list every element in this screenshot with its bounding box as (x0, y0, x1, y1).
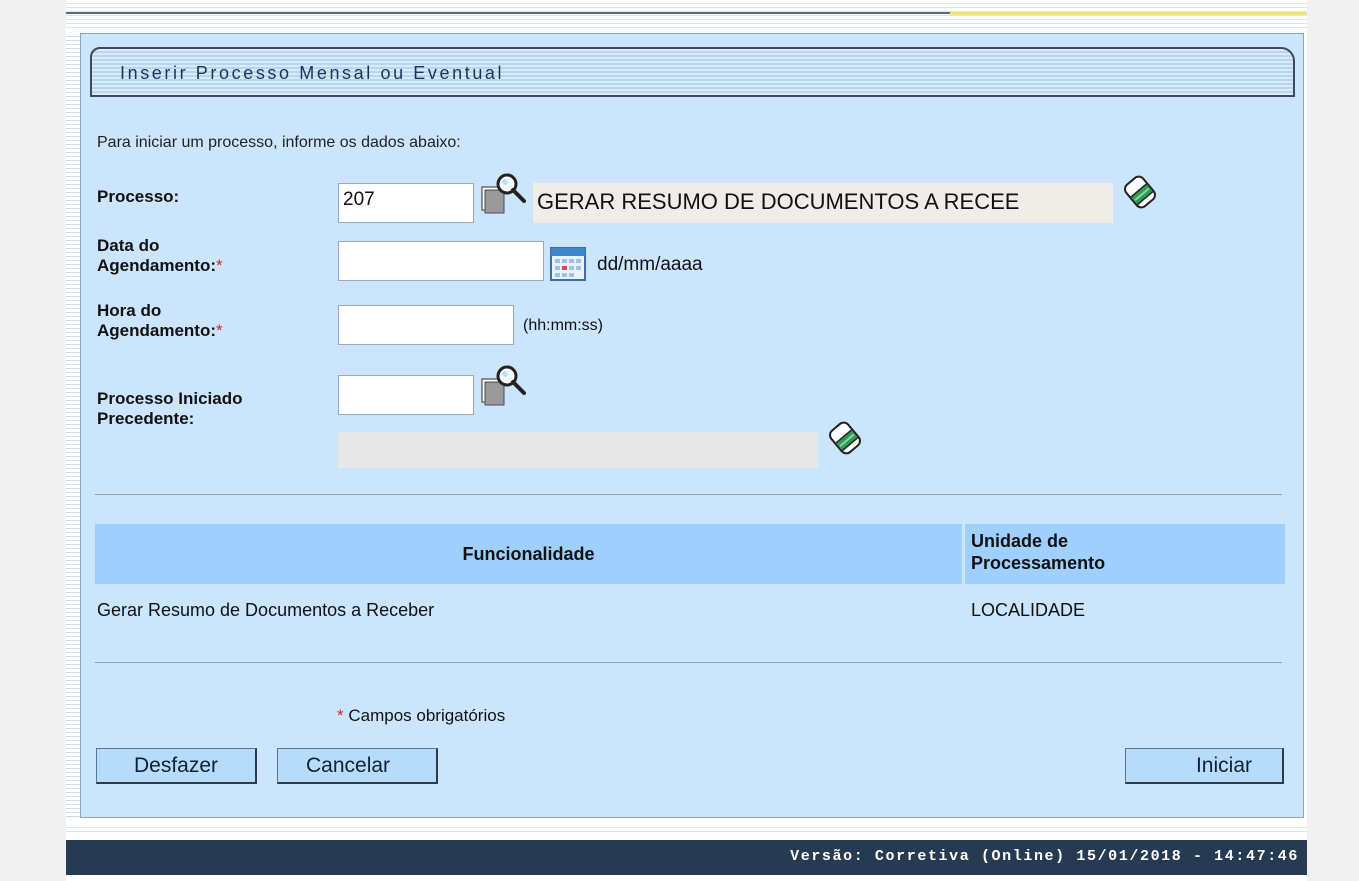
processo-precedente-label-line2: Precedente: (97, 409, 195, 428)
version-text: Versão: Corretiva (Online) 15/01/2018 - … (790, 848, 1299, 865)
divider (95, 662, 1282, 663)
data-agendamento-label-line1: Data do (97, 236, 160, 255)
form-title-tab: Inserir Processo Mensal ou Eventual (90, 47, 1295, 97)
table-row-funcionalidade: Gerar Resumo de Documentos a Receber (97, 600, 435, 620)
grid-header-funcionalidade: Funcionalidade (95, 524, 962, 584)
divider (95, 494, 1282, 495)
required-marker: * (337, 706, 344, 725)
calendar-icon[interactable] (550, 246, 586, 287)
hora-agendamento-label-line2: Agendamento: (97, 321, 216, 340)
hora-agendamento-label-line1: Hora do (97, 301, 162, 320)
top-decorative-strip (66, 0, 1307, 30)
top-accent-line (950, 12, 1307, 15)
left-decorative-strip (66, 33, 80, 818)
data-agendamento-label-line2: Agendamento: (97, 256, 216, 275)
footer-bar: Versão: Corretiva (Online) 15/01/2018 - … (66, 840, 1307, 875)
processo-precedente-label-line1: Processo Iniciado (97, 389, 243, 408)
data-agendamento-input[interactable] (338, 241, 544, 281)
processo-precedente-label: Processo Iniciado Precedente: (97, 389, 243, 429)
required-fields-note: * Campos obrigatórios (337, 706, 505, 726)
grid-header-unidade-line2: Processamento (971, 553, 1106, 573)
grid-header-unidade-line1: Unidade de (971, 531, 1069, 551)
form-intro: Para iniciar um processo, informe os dad… (97, 134, 461, 151)
processo-label: Processo: (97, 187, 180, 206)
required-marker: * (216, 256, 223, 275)
data-agendamento-label: Data do Agendamento:* (97, 236, 223, 276)
hora-format-hint: (hh:mm:ss) (523, 317, 603, 334)
grid-header-unidade: Unidade de Processamento (965, 524, 1285, 584)
hora-agendamento-label: Hora do Agendamento:* (97, 301, 223, 341)
cancelar-button[interactable]: Cancelar (277, 748, 438, 784)
desfazer-button[interactable]: Desfazer (96, 748, 257, 784)
processo-precedente-description-field (338, 432, 818, 468)
processo-description-field: GERAR RESUMO DE DOCUMENTOS A RECEE (533, 183, 1113, 223)
grid-header-unidade-label: Unidade de Processamento (971, 530, 1105, 574)
top-divider (66, 12, 950, 14)
required-marker: * (216, 321, 223, 340)
form-title: Inserir Processo Mensal ou Eventual (120, 63, 505, 83)
required-fields-note-text: Campos obrigatórios (343, 706, 506, 725)
processo-precedente-code-input[interactable] (338, 375, 474, 415)
hora-agendamento-input[interactable] (338, 305, 514, 345)
processo-code-input[interactable]: 207 (338, 183, 474, 223)
processo-precedente-search-icon[interactable] (480, 362, 526, 411)
iniciar-button[interactable]: Iniciar (1125, 748, 1284, 784)
table-row-unidade: LOCALIDADE (971, 600, 1086, 620)
footer-decorative-strip (66, 824, 1307, 834)
processo-search-icon[interactable] (480, 170, 526, 219)
processo-precedente-eraser-icon[interactable] (825, 418, 865, 463)
grid-header-funcionalidade-label: Funcionalidade (462, 544, 595, 564)
data-format-hint: dd/mm/aaaa (597, 254, 703, 275)
processo-eraser-icon[interactable] (1120, 172, 1160, 217)
